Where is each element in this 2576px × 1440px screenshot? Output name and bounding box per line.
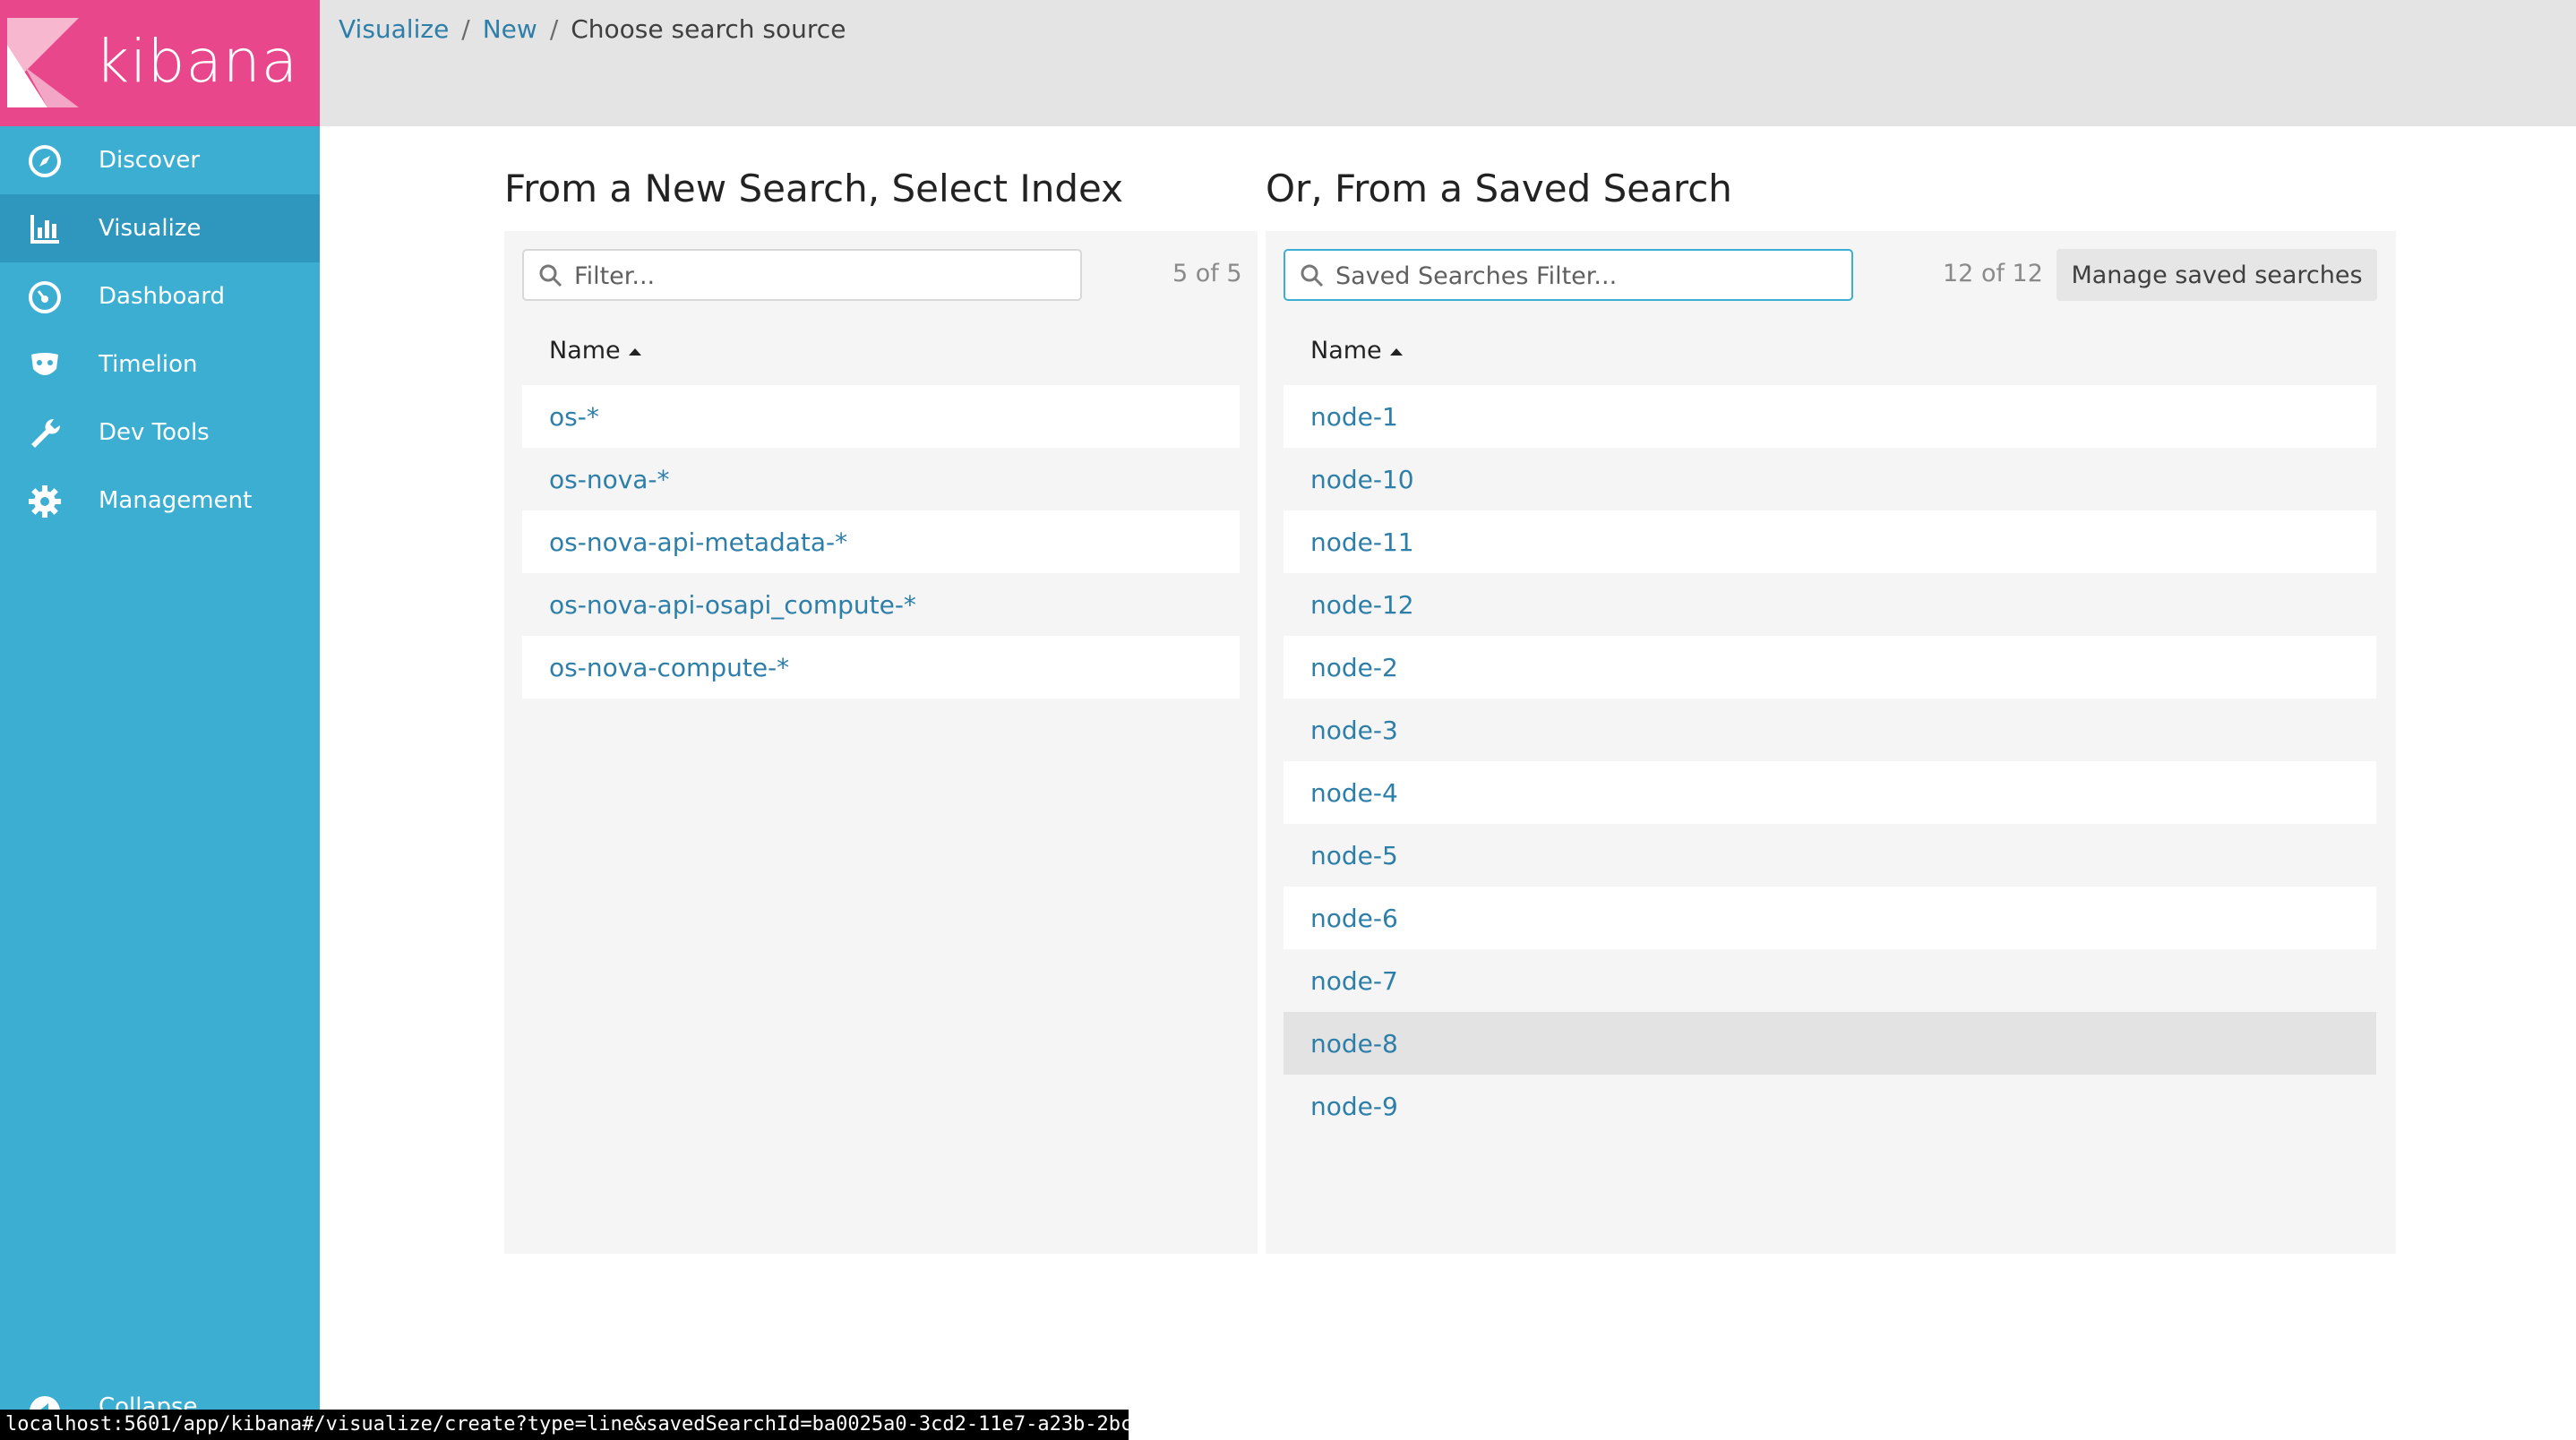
- sidebar-item-label: Timelion: [99, 351, 198, 378]
- sidebar-item-dashboard[interactable]: Dashboard: [0, 262, 320, 330]
- breadcrumb: Visualize / New / Choose search source: [339, 14, 846, 44]
- index-pattern-link[interactable]: os-nova-compute-*: [549, 653, 789, 682]
- saved-search-row[interactable]: node-4: [1284, 761, 2376, 824]
- saved-search-row[interactable]: node-2: [1284, 636, 2376, 699]
- breadcrumb-new-link[interactable]: New: [483, 14, 537, 44]
- sidebar-item-label: Discover: [99, 147, 201, 174]
- saved-search-link[interactable]: node-6: [1310, 904, 1398, 933]
- saved-search-link[interactable]: node-1: [1310, 402, 1398, 432]
- saved-search-panel: 12 of 12 Manage saved searches Name node…: [1266, 231, 2396, 1254]
- sidebar-item-visualize[interactable]: Visualize: [0, 194, 320, 262]
- sidebar-item-label: Management: [99, 487, 253, 514]
- name-column-header[interactable]: Name: [1310, 337, 1404, 364]
- index-pattern-link[interactable]: os-*: [549, 402, 599, 432]
- index-pattern-panel: 5 of 5 Name os-* os-nova-* os-nova-api-m…: [504, 231, 1258, 1254]
- sidebar-item-label: Visualize: [99, 215, 202, 242]
- search-icon: [539, 264, 562, 287]
- saved-search-row[interactable]: node-7: [1284, 949, 2376, 1012]
- timelion-mask-icon: [31, 353, 58, 375]
- index-panel-title: From a New Search, Select Index: [504, 167, 1123, 210]
- gear-icon: [29, 485, 61, 518]
- sort-ascending-icon: [628, 347, 641, 356]
- column-header-label: Name: [1310, 337, 1382, 364]
- index-pattern-row[interactable]: os-nova-compute-*: [522, 636, 1240, 699]
- saved-search-row[interactable]: node-6: [1284, 887, 2376, 949]
- breadcrumb-current: Choose search source: [571, 14, 846, 44]
- name-column-header[interactable]: Name: [549, 337, 642, 364]
- compass-icon: [29, 145, 61, 177]
- saved-search-link[interactable]: node-8: [1310, 1029, 1398, 1059]
- saved-search-row[interactable]: node-3: [1284, 699, 2376, 761]
- column-header-label: Name: [549, 337, 621, 364]
- saved-search-row[interactable]: node-11: [1284, 510, 2376, 573]
- search-icon: [1301, 264, 1324, 287]
- index-pattern-link[interactable]: os-nova-api-metadata-*: [549, 527, 847, 557]
- saved-search-link[interactable]: node-4: [1310, 778, 1398, 808]
- saved-search-link[interactable]: node-3: [1310, 716, 1398, 745]
- saved-search-link[interactable]: node-2: [1310, 653, 1398, 682]
- manage-saved-searches-button[interactable]: Manage saved searches: [2057, 249, 2377, 301]
- index-count: 5 of 5: [1172, 260, 1242, 287]
- saved-search-row[interactable]: node-12: [1284, 573, 2376, 636]
- index-pattern-row[interactable]: os-nova-*: [522, 448, 1240, 510]
- index-filter-input[interactable]: [572, 258, 1069, 294]
- saved-search-count: 12 of 12: [1943, 260, 2043, 287]
- saved-search-link[interactable]: node-9: [1310, 1092, 1398, 1121]
- kibana-logo[interactable]: kibana: [0, 0, 320, 126]
- breadcrumb-visualize-link[interactable]: Visualize: [339, 14, 449, 44]
- breadcrumb-separator: /: [461, 14, 470, 44]
- sidebar-item-label: Dev Tools: [99, 419, 210, 446]
- bar-chart-icon: [30, 215, 59, 244]
- sidebar-item-dev-tools[interactable]: Dev Tools: [0, 399, 320, 467]
- top-bar: Visualize / New / Choose search source: [320, 0, 2576, 126]
- saved-search-link[interactable]: node-12: [1310, 590, 1414, 620]
- gauge-icon: [29, 281, 61, 313]
- sidebar-item-discover[interactable]: Discover: [0, 126, 320, 194]
- saved-search-link[interactable]: node-11: [1310, 527, 1414, 557]
- saved-search-row[interactable]: node-1: [1284, 385, 2376, 448]
- saved-search-link[interactable]: node-7: [1310, 966, 1398, 996]
- saved-search-filter-box[interactable]: [1284, 249, 1853, 301]
- sidebar-item-label: Dashboard: [99, 283, 226, 310]
- saved-search-row-hovered[interactable]: node-8: [1284, 1012, 2376, 1075]
- index-filter-box[interactable]: [522, 249, 1082, 301]
- sidebar-item-timelion[interactable]: Timelion: [0, 330, 320, 399]
- kibana-logo-icon: [7, 18, 79, 107]
- index-pattern-link[interactable]: os-nova-api-osapi_compute-*: [549, 590, 916, 620]
- saved-search-filter-input[interactable]: [1334, 258, 1839, 294]
- saved-panel-title: Or, From a Saved Search: [1266, 167, 1732, 210]
- saved-search-link[interactable]: node-10: [1310, 465, 1414, 494]
- index-pattern-row[interactable]: os-nova-api-metadata-*: [522, 510, 1240, 573]
- wrench-icon: [31, 418, 61, 448]
- index-pattern-link[interactable]: os-nova-*: [549, 465, 670, 494]
- breadcrumb-separator: /: [549, 14, 559, 44]
- index-pattern-row[interactable]: os-nova-api-osapi_compute-*: [522, 573, 1240, 636]
- saved-search-link[interactable]: node-5: [1310, 841, 1398, 870]
- sidebar: kibana Discover Visualize Dashboard Time…: [0, 0, 320, 1440]
- saved-search-row[interactable]: node-9: [1284, 1075, 2376, 1137]
- sidebar-item-management[interactable]: Management: [0, 467, 320, 535]
- status-bar-url: localhost:5601/app/kibana#/visualize/cre…: [0, 1410, 1129, 1440]
- app-name: kibana: [95, 27, 299, 96]
- sort-ascending-icon: [1389, 347, 1403, 356]
- saved-search-row[interactable]: node-5: [1284, 824, 2376, 887]
- saved-search-row[interactable]: node-10: [1284, 448, 2376, 510]
- index-pattern-row[interactable]: os-*: [522, 385, 1240, 448]
